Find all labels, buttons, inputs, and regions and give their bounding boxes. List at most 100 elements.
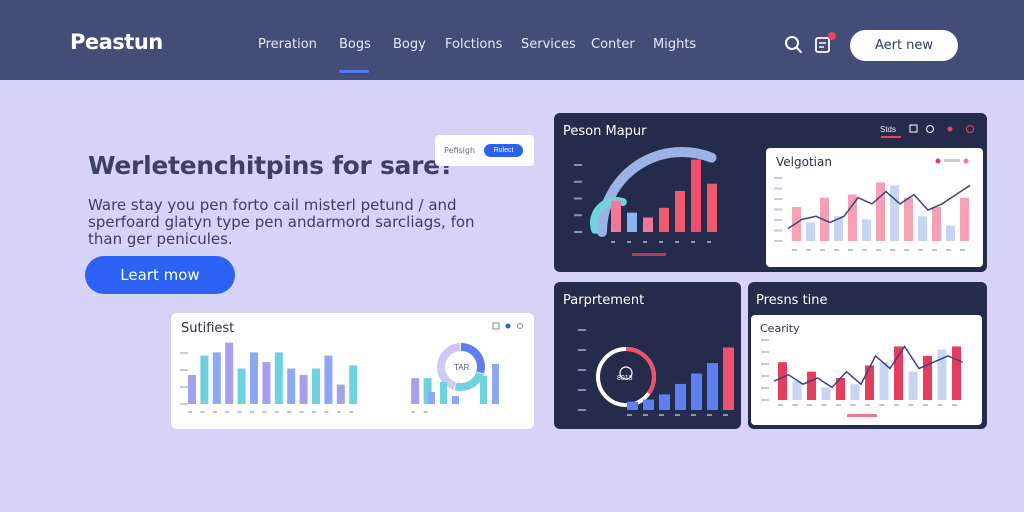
sutifiest-bar xyxy=(324,355,333,404)
cearity-bar xyxy=(778,362,787,400)
search-icon[interactable] xyxy=(784,35,804,55)
peson-mapur-legend xyxy=(632,253,666,256)
axis-tick xyxy=(578,349,586,351)
axis-tick xyxy=(578,369,586,371)
cearity-panel: Cearity xyxy=(751,315,982,425)
peson-mapur-bar xyxy=(675,190,685,232)
x-tick xyxy=(806,249,811,251)
velgotian-bar xyxy=(932,207,941,241)
sutifiest-bar xyxy=(440,382,447,404)
x-tick xyxy=(643,241,647,243)
axis-tick xyxy=(774,229,782,232)
mini-card-pill[interactable]: Rulect xyxy=(484,144,523,157)
x-tick xyxy=(250,411,254,413)
x-tick xyxy=(262,411,267,413)
parprtement-card: Parprtement 8018 xyxy=(554,282,741,429)
sutifiest-bar xyxy=(349,365,358,404)
sutifiest-bar xyxy=(492,364,499,404)
sutifiest-bar xyxy=(336,384,345,404)
axis-tick xyxy=(578,409,586,411)
sutifiest-bar xyxy=(212,352,221,404)
peson-mapur-bar xyxy=(707,183,717,232)
axis-tick xyxy=(774,187,782,190)
presens-tine-card: Presns tine Cearity xyxy=(748,282,987,429)
x-tick xyxy=(890,249,895,251)
axis-tick xyxy=(774,219,782,221)
aert-new-button[interactable]: Aert new xyxy=(850,30,958,61)
hero-headline: Werletenchitpins for sare? xyxy=(88,151,455,180)
cearity-bar xyxy=(807,371,816,400)
cearity-bar xyxy=(908,371,918,400)
velgotian-bar xyxy=(806,222,815,241)
parprtement-bar xyxy=(723,347,734,410)
axis-tick xyxy=(774,208,782,211)
x-tick xyxy=(287,411,292,413)
peson-mapur-toolbar-icons[interactable] xyxy=(909,124,974,133)
presens-tine-title: Presns tine xyxy=(756,293,828,308)
cearity-bar xyxy=(850,384,860,400)
x-tick xyxy=(918,249,923,251)
x-tick xyxy=(659,241,663,243)
nav-item-preration[interactable]: Preration xyxy=(258,37,317,52)
x-tick xyxy=(807,404,812,406)
x-tick xyxy=(627,414,632,416)
x-tick xyxy=(820,249,825,251)
x-tick xyxy=(865,404,870,406)
axis-tick xyxy=(574,231,582,233)
parprtement-bar xyxy=(643,399,654,410)
x-tick xyxy=(274,411,279,413)
mini-filter-card: Pefislgh Rulect xyxy=(435,135,534,166)
nav-item-services[interactable]: Services xyxy=(521,37,576,52)
axis-tick xyxy=(578,329,586,331)
x-tick xyxy=(659,414,664,416)
axis-tick xyxy=(761,399,769,401)
x-tick xyxy=(723,414,728,416)
nav-item-bogs[interactable]: Bogs xyxy=(339,37,371,52)
nav-item-conter[interactable]: Conter xyxy=(591,37,635,52)
sutifiest-bar xyxy=(225,342,234,404)
peson-mapur-bar xyxy=(611,200,621,232)
axis-tick xyxy=(761,351,769,353)
cearity-bar xyxy=(821,387,831,400)
x-tick xyxy=(237,411,242,413)
brand-logo[interactable]: Peastun xyxy=(70,30,163,54)
x-tick xyxy=(960,249,965,251)
top-navbar: Peastun Preration Bogs Bogy Folctions Se… xyxy=(0,0,1024,80)
x-tick xyxy=(908,404,914,406)
sutifiest-bar xyxy=(299,374,308,404)
x-tick xyxy=(312,411,316,413)
x-tick xyxy=(691,241,695,243)
cearity-bar xyxy=(792,381,802,400)
axis-tick xyxy=(761,387,769,389)
nav-item-bogy[interactable]: Bogy xyxy=(393,37,426,52)
sutifiest-bar xyxy=(274,352,283,404)
nav-item-folctions[interactable]: Folctions xyxy=(445,37,502,52)
sutifiest-bar xyxy=(237,368,246,404)
x-tick xyxy=(876,249,881,251)
parprtement-bar xyxy=(707,363,718,410)
sutifiest-bar xyxy=(250,352,258,404)
cearity-bar xyxy=(879,362,889,400)
x-tick xyxy=(848,249,853,251)
peson-mapur-bar xyxy=(627,212,637,232)
x-tick xyxy=(836,404,841,406)
sutifiest-bar xyxy=(411,378,420,404)
axis-tick xyxy=(774,240,782,242)
x-tick xyxy=(675,414,680,416)
x-tick xyxy=(821,404,827,406)
x-tick xyxy=(707,241,711,243)
velgotian-bar xyxy=(876,182,885,241)
parprtement-bar xyxy=(675,383,686,410)
nav-item-mights[interactable]: Mights xyxy=(653,37,696,52)
axis-tick xyxy=(574,214,582,217)
peson-mapur-bar xyxy=(643,217,653,232)
x-tick xyxy=(675,241,679,243)
axis-tick xyxy=(574,164,582,166)
x-tick xyxy=(423,411,428,413)
cearity-legend xyxy=(847,414,877,417)
sutifiest-toolbar-icons[interactable] xyxy=(492,322,523,330)
notification-badge xyxy=(828,32,836,40)
x-tick xyxy=(778,404,783,406)
x-tick xyxy=(834,249,839,251)
learn-more-button[interactable]: Leart mow xyxy=(85,256,235,294)
